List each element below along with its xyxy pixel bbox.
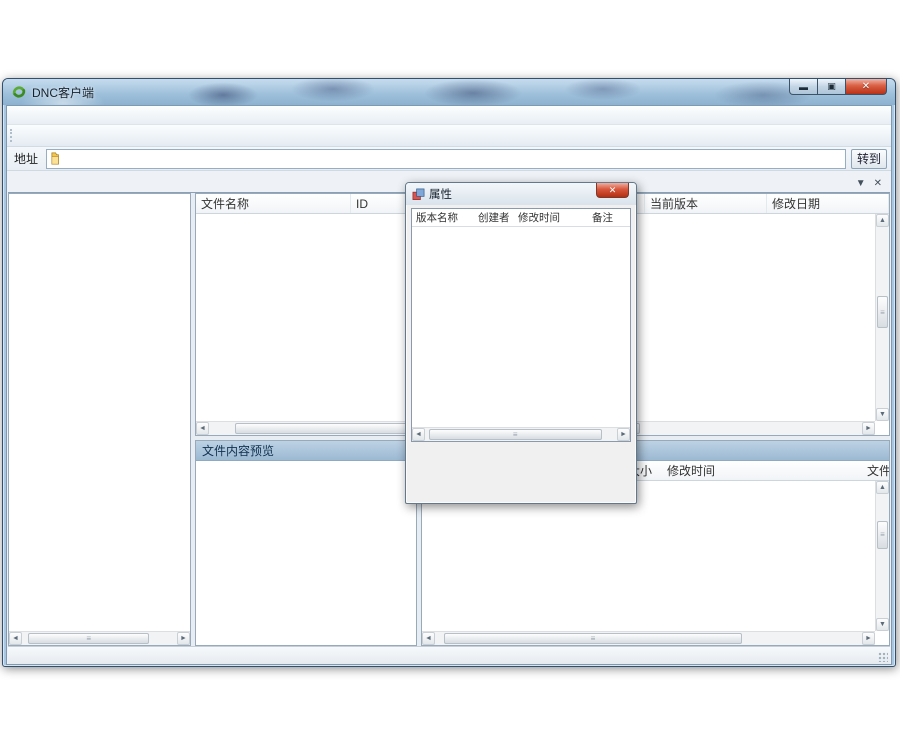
col-attach-modified[interactable]: 修改时间 <box>662 462 862 479</box>
file-table-vscrollbar[interactable]: ▲ ≡ ▼ <box>875 214 889 421</box>
scroll-right-icon[interactable]: ► <box>617 428 630 441</box>
tabstrip-dropdown-icon[interactable]: ▼ <box>856 178 866 189</box>
scroll-up-icon[interactable]: ▲ <box>876 214 889 227</box>
scroll-up-icon[interactable]: ▲ <box>876 481 889 494</box>
attachments-vscrollbar[interactable]: ▲ ≡ ▼ <box>875 481 889 631</box>
minimize-button[interactable]: ▬ <box>789 79 818 95</box>
col-version-name[interactable]: 版本名称 <box>412 210 474 225</box>
scroll-left-icon[interactable]: ◄ <box>9 632 22 645</box>
go-button[interactable]: 转到 <box>851 149 887 169</box>
col-creator[interactable]: 创建者 <box>474 210 514 225</box>
address-label: 地址 <box>11 150 41 167</box>
dialog-hscrollbar[interactable]: ◄ ≡ ► <box>412 427 630 441</box>
col-modify-date[interactable]: 修改日期 <box>767 194 889 213</box>
breadcrumb-bar[interactable] <box>46 149 846 169</box>
status-bar <box>8 646 890 664</box>
col-remark[interactable]: 备注 <box>588 210 630 225</box>
scroll-right-icon[interactable]: ► <box>862 422 875 435</box>
menu-bar <box>7 106 891 125</box>
properties-icon <box>412 188 425 201</box>
version-list-header[interactable]: 版本名称 创建者 修改时间 备注 <box>412 209 630 227</box>
col-attach-file[interactable]: 文件(& <box>862 462 889 479</box>
col-current-version[interactable]: 当前版本 <box>645 194 767 213</box>
server-tree <box>9 194 190 631</box>
address-bar: 地址 转到 <box>7 147 891 171</box>
dialog-title: 属性 <box>429 186 452 202</box>
preview-content <box>196 461 416 645</box>
version-list: 版本名称 创建者 修改时间 备注 ◄ ≡ ► <box>411 208 631 442</box>
server-tree-panel: ◄ ≡ ► <box>8 193 191 646</box>
scroll-left-icon[interactable]: ◄ <box>412 428 425 441</box>
maximize-button[interactable]: ▣ <box>818 79 845 95</box>
title-bar[interactable]: DNC客户端 ▬ ▣ ✕ <box>3 79 895 105</box>
close-button[interactable]: ✕ <box>845 79 887 95</box>
window-title: DNC客户端 <box>32 84 94 101</box>
attachments-body: ▲ ≡ ▼ ◄ ≡ ► <box>422 481 889 645</box>
toolbar <box>7 125 891 147</box>
preview-title: 文件内容预览 <box>196 441 416 461</box>
address-folder-icon <box>50 151 65 166</box>
scroll-right-icon[interactable]: ► <box>177 632 190 645</box>
scroll-down-icon[interactable]: ▼ <box>876 408 889 421</box>
col-file-name[interactable]: 文件名称 <box>196 194 351 213</box>
col-modified-time[interactable]: 修改时间 <box>514 210 588 225</box>
attachments-hscrollbar[interactable]: ◄ ≡ ► <box>422 631 875 645</box>
scroll-down-icon[interactable]: ▼ <box>876 618 889 631</box>
col-id[interactable]: ID <box>351 194 411 213</box>
scroll-left-icon[interactable]: ◄ <box>422 632 435 645</box>
scroll-left-icon[interactable]: ◄ <box>196 422 209 435</box>
dialog-title-bar[interactable]: 属性 ✕ <box>406 183 636 205</box>
tree-hscrollbar[interactable]: ◄ ≡ ► <box>9 631 190 645</box>
scroll-right-icon[interactable]: ► <box>862 632 875 645</box>
properties-dialog: 属性 ✕ 版本名称 创建者 修改时间 备注 ◄ ≡ ► <box>405 182 637 504</box>
window-controls: ▬ ▣ ✕ <box>789 79 887 95</box>
desktop: DNC客户端 ▬ ▣ ✕ 地址 转到 <box>0 0 900 750</box>
dialog-close-button[interactable]: ✕ <box>596 183 629 198</box>
tabstrip-close-icon[interactable]: ✕ <box>874 178 882 189</box>
dialog-buttons <box>406 442 636 452</box>
resize-grip[interactable] <box>878 652 888 662</box>
app-icon <box>11 84 27 100</box>
file-content-preview-panel: 文件内容预览 <box>195 440 417 646</box>
